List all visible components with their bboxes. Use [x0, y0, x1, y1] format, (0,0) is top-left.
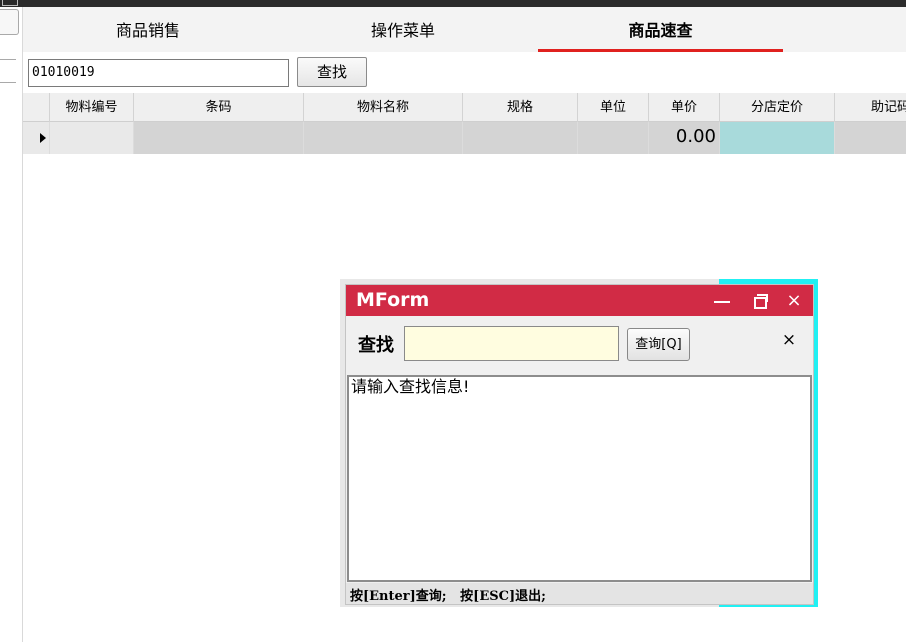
side-button-lower[interactable] — [0, 59, 16, 83]
result-area[interactable]: 请输入查找信息! — [347, 375, 812, 582]
grid-header: 物料编号 条码 物料名称 规格 单位 单价 分店定价 助记码 — [23, 93, 906, 122]
col-header-barcode[interactable]: 条码 — [134, 93, 304, 122]
cell-branch-price[interactable] — [720, 122, 835, 154]
mform-dialog: MForm × 查找 查询[Q] × 请输入查找信息! 按[Enter]查询; … — [345, 284, 814, 605]
col-header-material-code[interactable]: 物料编号 — [50, 93, 134, 122]
cell-unit[interactable] — [578, 122, 649, 154]
col-header-spec[interactable]: 规格 — [463, 93, 578, 122]
cell-barcode[interactable] — [134, 122, 304, 154]
app-corner-icon — [2, 0, 18, 6]
close-icon[interactable]: × — [779, 329, 799, 351]
row-header-corner — [23, 93, 50, 122]
cell-unit-price[interactable]: 0.00 — [649, 122, 720, 154]
close-window-icon[interactable]: × — [776, 285, 812, 316]
minimize-icon[interactable] — [704, 285, 740, 316]
search-button[interactable]: 查找 — [297, 57, 367, 87]
col-header-material-name[interactable]: 物料名称 — [304, 93, 463, 122]
cell-mnemonic[interactable] — [835, 122, 906, 154]
col-header-unit[interactable]: 单位 — [578, 93, 649, 122]
dialog-status-bar: 按[Enter]查询; 按[ESC]退出; — [346, 583, 813, 604]
tab-operation-menu[interactable]: 操作菜单 — [278, 7, 528, 52]
table-row[interactable]: 0.00 — [23, 122, 906, 154]
query-button[interactable]: 查询[Q] — [627, 328, 690, 361]
dialog-title-bar[interactable]: MForm × — [346, 285, 813, 316]
result-message: 请输入查找信息! — [351, 377, 470, 396]
col-header-unit-price[interactable]: 单价 — [649, 93, 720, 122]
tab-quick-lookup[interactable]: 商品速查 — [538, 7, 783, 52]
status-hint: 按[Enter]查询; 按[ESC]退出; — [350, 589, 546, 604]
tab-sales[interactable]: 商品销售 — [23, 7, 273, 52]
main-tab-bar: 商品销售 操作菜单 商品速查 — [23, 7, 906, 52]
find-input[interactable] — [404, 326, 619, 361]
cell-material-code[interactable] — [50, 122, 134, 154]
col-header-mnemonic[interactable]: 助记码 — [835, 93, 906, 122]
find-label: 查找 — [358, 335, 394, 356]
col-header-branch-price[interactable]: 分店定价 — [720, 93, 835, 122]
side-button-top[interactable] — [0, 9, 19, 35]
dialog-title: MForm — [356, 289, 430, 311]
cell-material-name[interactable] — [304, 122, 463, 154]
barcode-search-input[interactable]: 01010019 — [28, 59, 289, 87]
row-selector[interactable] — [23, 122, 50, 154]
cell-spec[interactable] — [463, 122, 578, 154]
row-pointer-icon — [40, 133, 46, 143]
restore-icon[interactable] — [740, 285, 776, 316]
left-side-strip — [0, 7, 23, 642]
window-top-bar — [0, 0, 906, 7]
